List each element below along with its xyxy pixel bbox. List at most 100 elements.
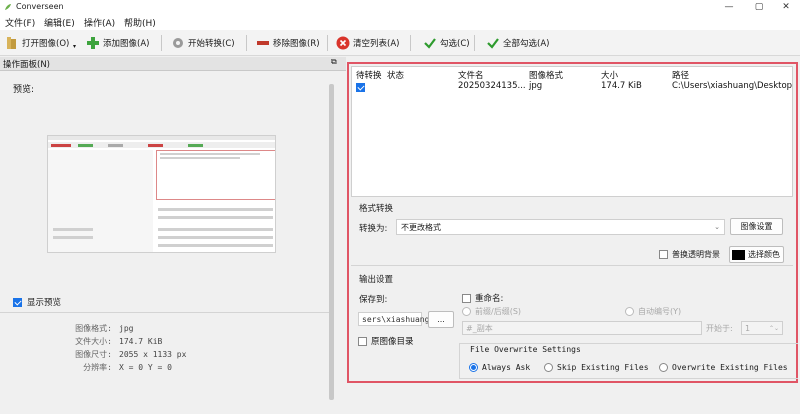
- add-images-button[interactable]: 添加图像(A): [86, 34, 149, 52]
- spinbox-arrows-icon: ⌃⌄: [768, 324, 779, 332]
- row-format: jpg: [529, 81, 543, 91]
- replace-transparent-checkbox[interactable]: [659, 250, 668, 259]
- browse-button[interactable]: ...: [428, 311, 454, 328]
- always-ask-radio[interactable]: [469, 363, 478, 372]
- clear-x-icon: [336, 36, 350, 50]
- source-dir-label: 原图像目录: [371, 337, 414, 347]
- skip-existing-radio[interactable]: [544, 363, 553, 372]
- add-images-label: 添加图像(A): [103, 39, 150, 49]
- checkmark-icon: [424, 38, 436, 49]
- start-from-label: 开始于:: [706, 324, 733, 333]
- toolbar-separator: [327, 35, 328, 51]
- check-all-label: 全部勾选(A): [503, 39, 550, 49]
- check-all-button[interactable]: 全部勾选(A): [486, 34, 549, 52]
- start-convert-button[interactable]: 开始转换(C): [171, 34, 235, 52]
- prefix-suffix-option[interactable]: 前缀/后缀(S): [462, 306, 521, 317]
- info-format-label: 图像格式:: [75, 324, 112, 333]
- info-format-row: 图像格式: jpg: [0, 323, 133, 334]
- undock-icon[interactable]: ⧉: [331, 57, 337, 67]
- image-preview: [47, 135, 276, 253]
- prefix-suffix-radio[interactable]: [462, 307, 471, 316]
- show-preview-toggle[interactable]: 显示预览: [13, 296, 61, 308]
- info-dimensions-label: 图像尺寸:: [75, 350, 112, 359]
- row-filename: 20250324135...: [458, 81, 526, 91]
- minimize-button[interactable]: —: [715, 0, 743, 14]
- rename-pattern-input[interactable]: #_副本: [462, 321, 702, 335]
- remove-image-button[interactable]: 移除图像(R): [256, 34, 320, 52]
- convert-to-value: 不更改格式: [401, 222, 441, 232]
- info-resolution-label: 分辨率:: [83, 363, 112, 372]
- close-button[interactable]: ✕: [772, 0, 800, 14]
- toolbar-separator: [410, 35, 411, 51]
- preview-divider: [0, 312, 329, 313]
- checkmark-all-icon: [487, 38, 499, 49]
- check-label: 勾选(C): [440, 39, 470, 49]
- convert-to-select[interactable]: 不更改格式 ⌄: [396, 219, 725, 235]
- overwrite-existing-label: Overwrite Existing Files: [672, 363, 788, 372]
- file-list-table[interactable]: 待转换 状态 文件名 图像格式 大小 路径 20250324135... jpg…: [351, 66, 793, 197]
- convert-to-label: 转换为:: [359, 224, 388, 234]
- gear-icon: [173, 38, 183, 48]
- row-checkbox[interactable]: [356, 83, 365, 92]
- operations-panel: 预览: 显示预览 图像格式: jpg 文件大小: 174.7 KiB 图像尺寸: 20…: [0, 71, 346, 414]
- title-bar: Converseen — ▢ ✕: [0, 0, 800, 14]
- skip-existing-option[interactable]: Skip Existing Files: [544, 363, 649, 372]
- left-panel-scrollbar[interactable]: [329, 84, 334, 400]
- auto-number-label: 自动编号(Y): [638, 307, 682, 316]
- replace-transparent-label: 普换透明背景: [672, 250, 720, 259]
- save-to-label: 保存到:: [359, 295, 388, 305]
- source-dir-checkbox[interactable]: [358, 336, 367, 346]
- always-ask-option[interactable]: Always Ask: [469, 363, 530, 372]
- prefix-suffix-label: 前缀/后缀(S): [475, 307, 522, 316]
- operations-panel-title: 操作面板(N): [3, 60, 50, 70]
- save-to-path-input[interactable]: sers\xiashuang: [358, 312, 429, 326]
- color-swatch: [732, 249, 745, 260]
- clear-list-button[interactable]: 清空列表(A): [336, 34, 399, 52]
- select-color-label: 选择颜色: [748, 250, 780, 259]
- menu-help[interactable]: 帮助(H): [124, 16, 156, 29]
- open-images-label: 打开图像(O): [22, 39, 70, 49]
- toolbar-separator: [474, 35, 475, 51]
- toolbar-separator: [161, 35, 162, 51]
- minus-icon: [257, 41, 269, 45]
- rename-label: 重命名:: [475, 294, 504, 304]
- auto-number-option[interactable]: 自动编号(Y): [625, 306, 681, 317]
- format-section-title: 格式转换: [359, 204, 394, 214]
- check-button[interactable]: 勾选(C): [423, 34, 470, 52]
- window-title: Converseen: [16, 2, 64, 11]
- info-resolution-value: X = 0 Y = 0: [119, 363, 172, 372]
- section-divider: [351, 265, 793, 266]
- info-dimensions-value: 2055 x 1133 px: [119, 350, 187, 359]
- always-ask-label: Always Ask: [482, 363, 531, 372]
- info-format-value: jpg: [119, 324, 134, 333]
- rename-checkbox[interactable]: [462, 293, 471, 303]
- menu-edit[interactable]: 编辑(E): [44, 16, 75, 29]
- menu-file[interactable]: 文件(F): [5, 16, 35, 29]
- menu-actions[interactable]: 操作(A): [84, 16, 115, 29]
- open-dropdown-arrow-icon[interactable]: ▾: [73, 43, 76, 50]
- source-dir-toggle[interactable]: 原图像目录: [358, 335, 414, 347]
- chevron-down-icon: ⌄: [714, 223, 720, 231]
- select-color-button[interactable]: 选择颜色: [729, 246, 784, 263]
- skip-existing-label: Skip Existing Files: [557, 363, 649, 372]
- info-size-label: 文件大小:: [75, 337, 112, 346]
- table-row[interactable]: 20250324135... jpg 174.7 KiB C:\Users\xi…: [352, 80, 792, 93]
- show-preview-checkbox[interactable]: [13, 297, 22, 307]
- operations-panel-header: 操作面板(N) ⧉: [0, 57, 346, 71]
- open-images-button[interactable]: 打开图像(O): [5, 34, 69, 52]
- row-path: C:\Users\xiashuang\Desktop: [672, 81, 793, 91]
- row-size: 174.7 KiB: [601, 81, 642, 91]
- info-dimensions-row: 图像尺寸: 2055 x 1133 px: [0, 349, 186, 360]
- folder-open-icon: [7, 37, 16, 49]
- overwrite-existing-option[interactable]: Overwrite Existing Files: [659, 363, 788, 372]
- overwrite-existing-radio[interactable]: [659, 363, 668, 372]
- maximize-button[interactable]: ▢: [745, 0, 773, 14]
- replace-transparent-toggle[interactable]: 普换透明背景: [659, 249, 720, 260]
- toolbar: 打开图像(O) ▾ 添加图像(A) 开始转换(C) 移除图像(R) 清空列表(A…: [0, 30, 800, 56]
- auto-number-radio[interactable]: [625, 307, 634, 316]
- info-size-row: 文件大小: 174.7 KiB: [0, 336, 162, 347]
- rename-toggle[interactable]: 重命名:: [462, 292, 503, 304]
- start-from-spinbox[interactable]: 1 ⌃⌄: [741, 321, 783, 335]
- app-logo-icon: [5, 4, 11, 10]
- image-settings-button[interactable]: 图像设置: [730, 218, 783, 235]
